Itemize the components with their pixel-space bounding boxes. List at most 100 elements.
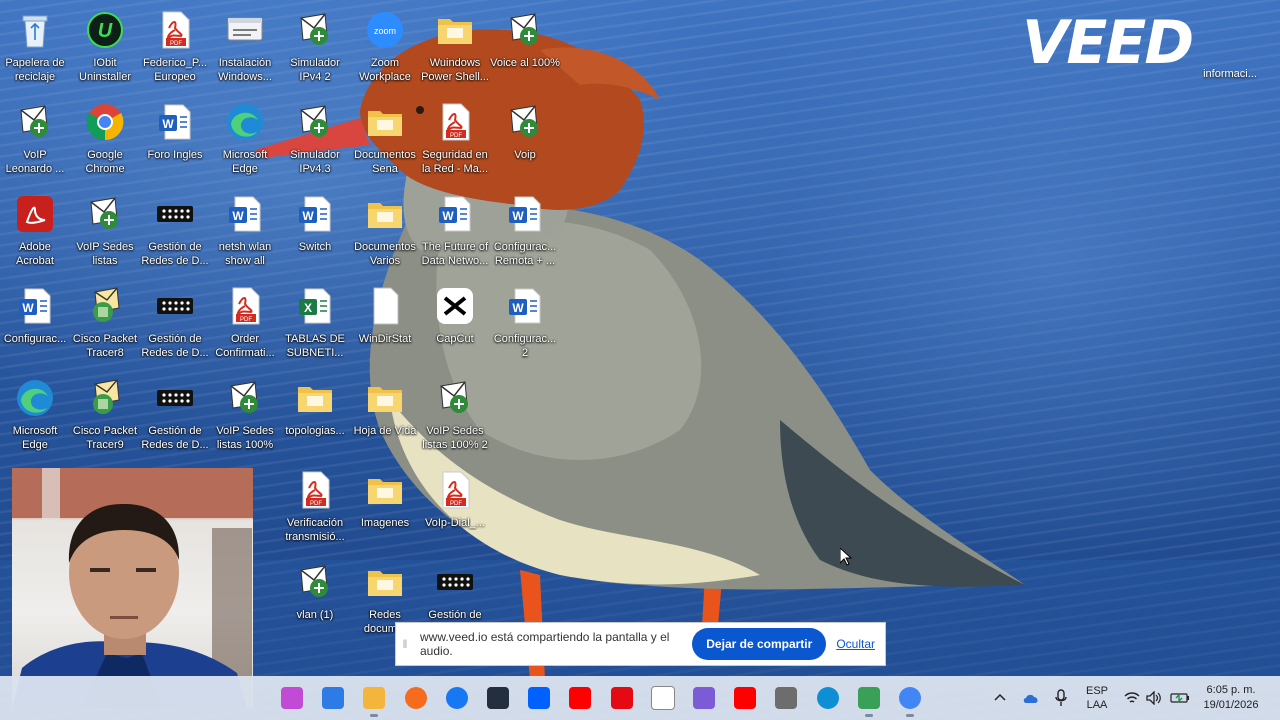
firefox-icon[interactable] (400, 682, 432, 714)
wikipedia-icon-glyph (651, 686, 675, 710)
edge-icon (13, 376, 57, 420)
desktop-icon[interactable]: Simulador IPv4.3 (280, 94, 350, 182)
stop-sharing-button[interactable]: Dejar de compartir (692, 628, 827, 660)
desktop-icon[interactable]: W Foro Ingles (140, 94, 210, 182)
desktop-icon[interactable]: W Configurac... 2 (490, 278, 560, 366)
svg-text:PDF: PDF (310, 501, 322, 507)
desktop-icon[interactable]: Gestión de Redes de D... (140, 370, 210, 458)
app-m-icon[interactable] (770, 682, 802, 714)
onedrive-icon[interactable] (1022, 676, 1040, 720)
desktop-icon[interactable]: Cisco Packet Tracer9 (70, 370, 140, 458)
desktop-icon[interactable]: Microsoft Edge (0, 370, 70, 458)
desktop-icon[interactable]: zoom Zoom Workplace (350, 2, 420, 90)
desktop-icon[interactable]: VoIP Leonardo ... (0, 94, 70, 182)
pdf-icon: PDF (293, 468, 337, 512)
volume-icon[interactable] (1146, 676, 1162, 720)
microsoft-store-icon[interactable] (317, 682, 349, 714)
desktop-icon[interactable]: PDF Federico_P... Europeo (140, 2, 210, 90)
desktop-icon[interactable]: W Switch (280, 186, 350, 274)
desktop-icon[interactable]: PDF Seguridad en la Red - Ma... (420, 94, 490, 182)
desktop-icon[interactable]: PDF Verificación transmisió... (280, 462, 350, 550)
desktop-icon[interactable]: WinDirStat (350, 278, 420, 366)
desktop-icon-informacion-label[interactable]: informaci... (1196, 68, 1264, 80)
clock-time: 6:05 p. m. (1206, 684, 1256, 696)
svg-text:PDF: PDF (450, 133, 462, 139)
dropbox-icon[interactable] (523, 682, 555, 714)
desktop-icon[interactable]: Gestión de Redes de D... (140, 278, 210, 366)
network-device-icon (153, 376, 197, 420)
amazon-icon[interactable] (482, 682, 514, 714)
desktop-icon[interactable]: Microsoft Edge (210, 94, 280, 182)
packet-tracer-file-icon (13, 100, 57, 144)
file-explorer-icon[interactable] (358, 682, 390, 717)
keyboard-layout-code: LAA (1086, 699, 1108, 711)
battery-icon[interactable] (1170, 676, 1190, 720)
desktop-icon[interactable]: PDF Order Confirmati... (210, 278, 280, 366)
desktop-icon[interactable]: Cisco Packet Tracer8 (70, 278, 140, 366)
desktop-icon[interactable]: Instalación Windows... (210, 2, 280, 90)
desktop-icon-label: VoIP Sedes listas 100% 2 (422, 425, 488, 451)
desktop-icon[interactable]: W Configurac... (0, 278, 70, 366)
netflix-icon[interactable] (606, 682, 638, 714)
desktop-icon[interactable]: Wuindows Power Shell... (420, 2, 490, 90)
packet-tracer-icon-glyph (858, 687, 880, 709)
desktop-icon[interactable]: Wnetsh wlan show all (210, 186, 280, 274)
network-device-icon (153, 284, 197, 328)
desktop-icon[interactable]: Adobe Acrobat (0, 186, 70, 274)
dropbox-icon-glyph (528, 687, 550, 709)
packet-tracer-icon[interactable] (853, 682, 885, 717)
desktop-icon[interactable]: VoIP Sedes listas 100% 2 (420, 370, 490, 458)
desktop-icon[interactable]: Voip (490, 94, 560, 182)
packet-tracer-file-icon (223, 376, 267, 420)
desktop-icon[interactable]: W Configurac... Remota + ... (490, 186, 560, 274)
desktop-icon[interactable]: Papelera de reciclaje (0, 2, 70, 90)
desktop-icon[interactable]: vlan (1) (280, 554, 350, 642)
desktop-icon[interactable]: PDF VoIp-Dial_... (420, 462, 490, 550)
pdf-icon: PDF (433, 100, 477, 144)
desktop-icon[interactable]: VoIP Sedes listas 100% (210, 370, 280, 458)
wikipedia-icon[interactable] (647, 682, 679, 714)
desktop-icon[interactable]: Documentos Varios (350, 186, 420, 274)
hide-link[interactable]: Ocultar (836, 637, 875, 651)
desktop-icon[interactable]: X TABLAS DE SUBNETI... (280, 278, 350, 366)
packet-tracer-file-icon (83, 192, 127, 236)
desktop-icon[interactable]: Hoja de Vida (350, 370, 420, 458)
desktop-icon[interactable]: VoIP Sedes listas (70, 186, 140, 274)
youtube-icon[interactable] (729, 682, 761, 714)
input-language-indicator[interactable]: ESP LAA (1085, 676, 1109, 720)
chrome-icon[interactable] (894, 682, 926, 717)
desktop-icon-label: Seguridad en la Red - Ma... (421, 149, 489, 175)
desktop-icon[interactable]: CapCut (420, 278, 490, 366)
desktop-icon[interactable]: W The Future of Data Netwo... (420, 186, 490, 274)
desktop-icon-label: VoIP Sedes listas 100% (216, 425, 274, 451)
youtube-icon[interactable] (564, 682, 596, 714)
desktop-icon[interactable]: Documentos Sena (350, 94, 420, 182)
capcut-icon (433, 284, 477, 328)
edge-icon[interactable] (812, 682, 844, 714)
desktop-icon[interactable]: Voice al 100% (490, 2, 560, 90)
desktop-icon-label: Verificación transmisió... (285, 517, 345, 543)
desktop-icon[interactable]: Google Chrome (70, 94, 140, 182)
show-hidden-icons-icon[interactable] (992, 676, 1008, 720)
desktop-icon[interactable]: topologias... (280, 370, 350, 458)
desktop-icon[interactable]: U IObit Uninstaller (70, 2, 140, 90)
drag-handle-icon[interactable]: ‖ (396, 637, 414, 651)
excel-icon: X (293, 284, 337, 328)
svg-text:X: X (304, 301, 312, 315)
media-player-icon[interactable] (688, 682, 720, 714)
copilot-icon-glyph (281, 687, 303, 709)
folder-icon (363, 468, 407, 512)
microphone-icon[interactable] (1054, 676, 1068, 720)
desktop-icon[interactable]: Imagenes (350, 462, 420, 550)
copilot-icon[interactable] (276, 682, 308, 714)
wifi-icon[interactable] (1124, 676, 1140, 720)
desktop-icon[interactable]: Simulador IPv4 2 (280, 2, 350, 90)
svg-text:PDF: PDF (170, 41, 182, 47)
facebook-icon[interactable] (441, 682, 473, 714)
system-clock[interactable]: 6:05 p. m. 19/01/2026 (1196, 676, 1266, 720)
edge-icon (223, 100, 267, 144)
network-device-icon (433, 560, 477, 604)
desktop-icon[interactable]: Gestión de Redes de D... (140, 186, 210, 274)
desktop-icon-label: Imagenes (360, 517, 410, 529)
desktop-icon-label: Voip (514, 149, 536, 161)
